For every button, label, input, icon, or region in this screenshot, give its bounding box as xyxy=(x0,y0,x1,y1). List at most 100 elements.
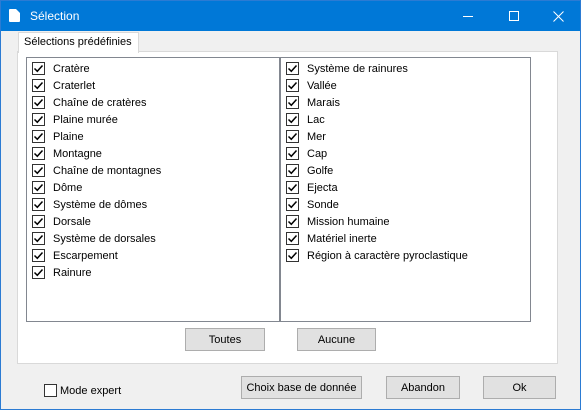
checkmark-icon xyxy=(33,149,44,158)
list-item-label: Mission humaine xyxy=(307,215,390,228)
title-bar[interactable]: Sélection xyxy=(1,1,580,31)
list-item[interactable]: Dôme xyxy=(32,179,82,196)
list-item[interactable]: Mer xyxy=(286,128,326,145)
list-item-label: Ejecta xyxy=(307,181,338,194)
tab-predefined-selections[interactable]: Sélections prédéfinies xyxy=(18,32,139,53)
list-item[interactable]: Cratère xyxy=(32,60,90,77)
expert-mode-checkbox[interactable] xyxy=(44,384,57,397)
list-item[interactable]: Marais xyxy=(286,94,340,111)
minimize-button[interactable] xyxy=(445,1,491,31)
right-checklist[interactable]: Système de rainures Vallée Marais Lac Mer Cap… xyxy=(280,57,531,322)
list-item[interactable]: Montagne xyxy=(32,145,102,162)
list-item-label: Lac xyxy=(307,113,325,126)
list-item-label: Système de rainures xyxy=(307,62,408,75)
list-item-checkbox[interactable] xyxy=(286,181,299,194)
list-item-checkbox[interactable] xyxy=(286,164,299,177)
checkmark-icon xyxy=(33,81,44,90)
ok-button[interactable]: Ok xyxy=(483,376,556,399)
list-item[interactable]: Cap xyxy=(286,145,327,162)
list-item[interactable]: Ejecta xyxy=(286,179,338,196)
list-item[interactable]: Région à caractère pyroclastique xyxy=(286,247,468,264)
list-item-label: Mer xyxy=(307,130,326,143)
list-item[interactable]: Golfe xyxy=(286,162,333,179)
list-item-checkbox[interactable] xyxy=(32,79,45,92)
list-item-label: Matériel inerte xyxy=(307,232,377,245)
list-item[interactable]: Mission humaine xyxy=(286,213,390,230)
list-item-label: Plaine murée xyxy=(53,113,118,126)
maximize-button[interactable] xyxy=(491,1,537,31)
list-item[interactable]: Matériel inerte xyxy=(286,230,377,247)
list-item[interactable]: Système de dorsales xyxy=(32,230,156,247)
expert-mode-toggle[interactable]: Mode expert xyxy=(44,384,121,397)
list-item-label: Chaîne de cratères xyxy=(53,96,147,109)
list-item-checkbox[interactable] xyxy=(286,96,299,109)
list-item-checkbox[interactable] xyxy=(32,232,45,245)
list-item-checkbox[interactable] xyxy=(286,62,299,75)
list-item-label: Système de dorsales xyxy=(53,232,156,245)
left-checklist[interactable]: Cratère Craterlet Chaîne de cratères Plaine… xyxy=(26,57,280,322)
checkmark-icon xyxy=(33,132,44,141)
list-item-label: Plaine xyxy=(53,130,84,143)
list-item-checkbox[interactable] xyxy=(286,198,299,211)
list-item[interactable]: Plaine murée xyxy=(32,111,118,128)
list-item-checkbox[interactable] xyxy=(32,147,45,160)
list-item-checkbox[interactable] xyxy=(32,249,45,262)
list-item-label: Chaîne de montagnes xyxy=(53,164,162,177)
checkmark-icon xyxy=(33,64,44,73)
list-item-checkbox[interactable] xyxy=(286,130,299,143)
selection-dialog: Sélection Sélections prédéfinies Cratère… xyxy=(0,0,581,410)
list-item-label: Système de dômes xyxy=(53,198,148,211)
list-item-checkbox[interactable] xyxy=(32,181,45,194)
list-item[interactable]: Chaîne de montagnes xyxy=(32,162,161,179)
list-item-label: Marais xyxy=(307,96,341,109)
list-item[interactable]: Craterlet xyxy=(32,77,95,94)
list-item-checkbox[interactable] xyxy=(286,113,299,126)
list-item[interactable]: Vallée xyxy=(286,77,337,94)
list-item[interactable]: Système de rainures xyxy=(286,60,408,77)
list-item-label: Golfe xyxy=(307,164,334,177)
list-item-checkbox[interactable] xyxy=(32,164,45,177)
list-item[interactable]: Lac xyxy=(286,111,325,128)
list-item-checkbox[interactable] xyxy=(32,198,45,211)
list-item-checkbox[interactable] xyxy=(32,113,45,126)
list-item[interactable]: Chaîne de cratères xyxy=(32,94,147,111)
close-button[interactable] xyxy=(535,1,581,31)
cancel-button[interactable]: Abandon xyxy=(386,376,460,399)
list-item[interactable]: Rainure xyxy=(32,264,92,281)
list-item-checkbox[interactable] xyxy=(32,62,45,75)
list-item[interactable]: Escarpement xyxy=(32,247,118,264)
checkmark-icon xyxy=(33,234,44,243)
list-item-checkbox[interactable] xyxy=(286,215,299,228)
list-item[interactable]: Dorsale xyxy=(32,213,91,230)
checkmark-icon xyxy=(33,183,44,192)
list-item-label: Cap xyxy=(307,147,328,160)
list-item-checkbox[interactable] xyxy=(32,130,45,143)
list-item-checkbox[interactable] xyxy=(286,79,299,92)
checkmark-icon xyxy=(287,98,298,107)
checkmark-icon xyxy=(33,268,44,277)
list-item-checkbox[interactable] xyxy=(32,96,45,109)
list-item[interactable]: Système de dômes xyxy=(32,196,147,213)
list-item-label: Région à caractère pyroclastique xyxy=(307,249,468,262)
select-all-button[interactable]: Toutes xyxy=(185,328,265,351)
list-item[interactable]: Sonde xyxy=(286,196,339,213)
list-item-checkbox[interactable] xyxy=(32,215,45,228)
list-item-checkbox[interactable] xyxy=(286,147,299,160)
checkmark-icon xyxy=(287,132,298,141)
checkmark-icon xyxy=(287,115,298,124)
list-item[interactable]: Plaine xyxy=(32,128,84,145)
document-icon xyxy=(9,9,20,22)
checkmark-icon xyxy=(287,64,298,73)
select-none-button[interactable]: Aucune xyxy=(297,328,376,351)
list-item-checkbox[interactable] xyxy=(286,249,299,262)
choose-database-button[interactable]: Choix base de donnée xyxy=(241,376,362,399)
checkmark-icon xyxy=(33,166,44,175)
checkmark-icon xyxy=(287,251,298,260)
window-title: Sélection xyxy=(30,9,80,23)
list-item-checkbox[interactable] xyxy=(286,232,299,245)
checkmark-icon xyxy=(33,200,44,209)
list-item-checkbox[interactable] xyxy=(32,266,45,279)
list-item-label: Dôme xyxy=(53,181,83,194)
maximize-icon xyxy=(509,11,519,21)
list-item-label: Dorsale xyxy=(53,215,91,228)
